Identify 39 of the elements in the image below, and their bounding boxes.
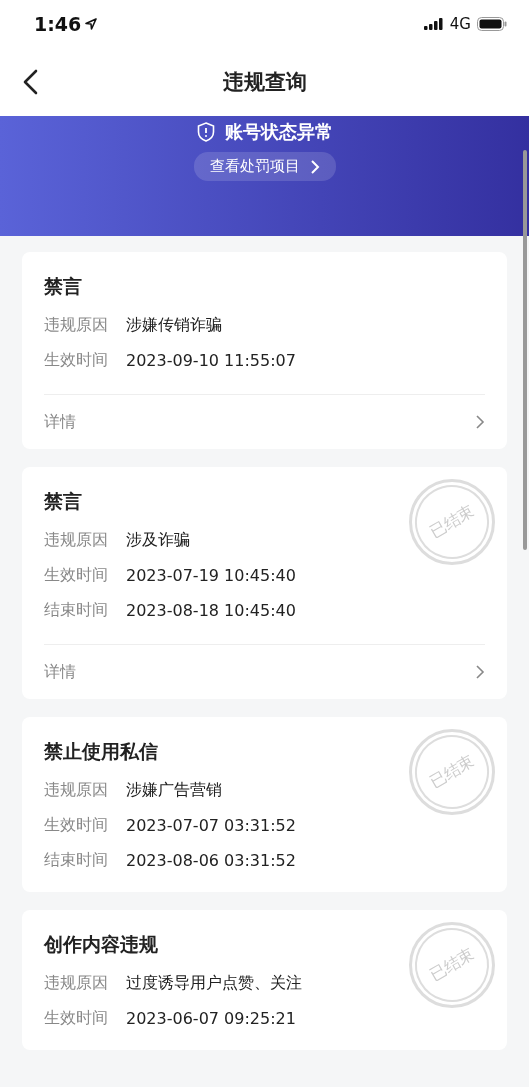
field-label: 结束时间: [44, 600, 108, 621]
details-link[interactable]: 详情: [44, 394, 485, 449]
field-value: 2023-07-07 03:31:52: [126, 816, 296, 835]
field-label: 生效时间: [44, 350, 108, 371]
location-arrow-icon: [85, 18, 98, 30]
field-value: 2023-06-07 09:25:21: [126, 1009, 296, 1028]
status-time: 1:46: [34, 13, 82, 35]
record-title: 创作内容违规: [44, 932, 158, 957]
details-link[interactable]: 详情: [44, 644, 485, 699]
account-status: 账号状态异常: [224, 120, 333, 144]
record-title: 禁言: [44, 274, 82, 299]
field-value: 2023-07-19 10:45:40: [126, 566, 296, 585]
field-label: 违规原因: [44, 530, 108, 551]
back-icon[interactable]: [22, 69, 38, 95]
field-value: 2023-08-06 03:31:52: [126, 851, 296, 870]
record-title: 禁止使用私信: [44, 739, 158, 764]
field-label: 结束时间: [44, 850, 108, 871]
field-label: 违规原因: [44, 973, 108, 994]
view-penalties-button[interactable]: 查看处罚项目: [193, 152, 336, 181]
record-title: 禁言: [44, 489, 82, 514]
field-label: 生效时间: [44, 815, 108, 836]
field-label: 生效时间: [44, 565, 108, 586]
field-label: 生效时间: [44, 1008, 108, 1029]
field-label: 违规原因: [44, 780, 108, 801]
page-title: 违规查询: [222, 69, 307, 96]
chevron-right-icon: [309, 158, 320, 175]
field-value: 过度诱导用户点赞、关注: [126, 973, 302, 994]
network-label: 4G: [449, 15, 471, 33]
field-value: 2023-09-10 11:55:07: [126, 351, 296, 370]
field-value: 2023-08-18 10:45:40: [126, 601, 296, 620]
field-value: 涉嫌传销诈骗: [126, 315, 222, 336]
field-label: 违规原因: [44, 315, 108, 336]
chevron-right-icon: [475, 414, 485, 430]
field-value: 涉及诈骗: [126, 530, 190, 551]
signal-icon: [423, 18, 444, 30]
field-value: 涉嫌广告营销: [126, 780, 222, 801]
chevron-right-icon: [475, 664, 485, 680]
battery-icon: [477, 17, 507, 31]
shield-icon: [196, 122, 215, 142]
